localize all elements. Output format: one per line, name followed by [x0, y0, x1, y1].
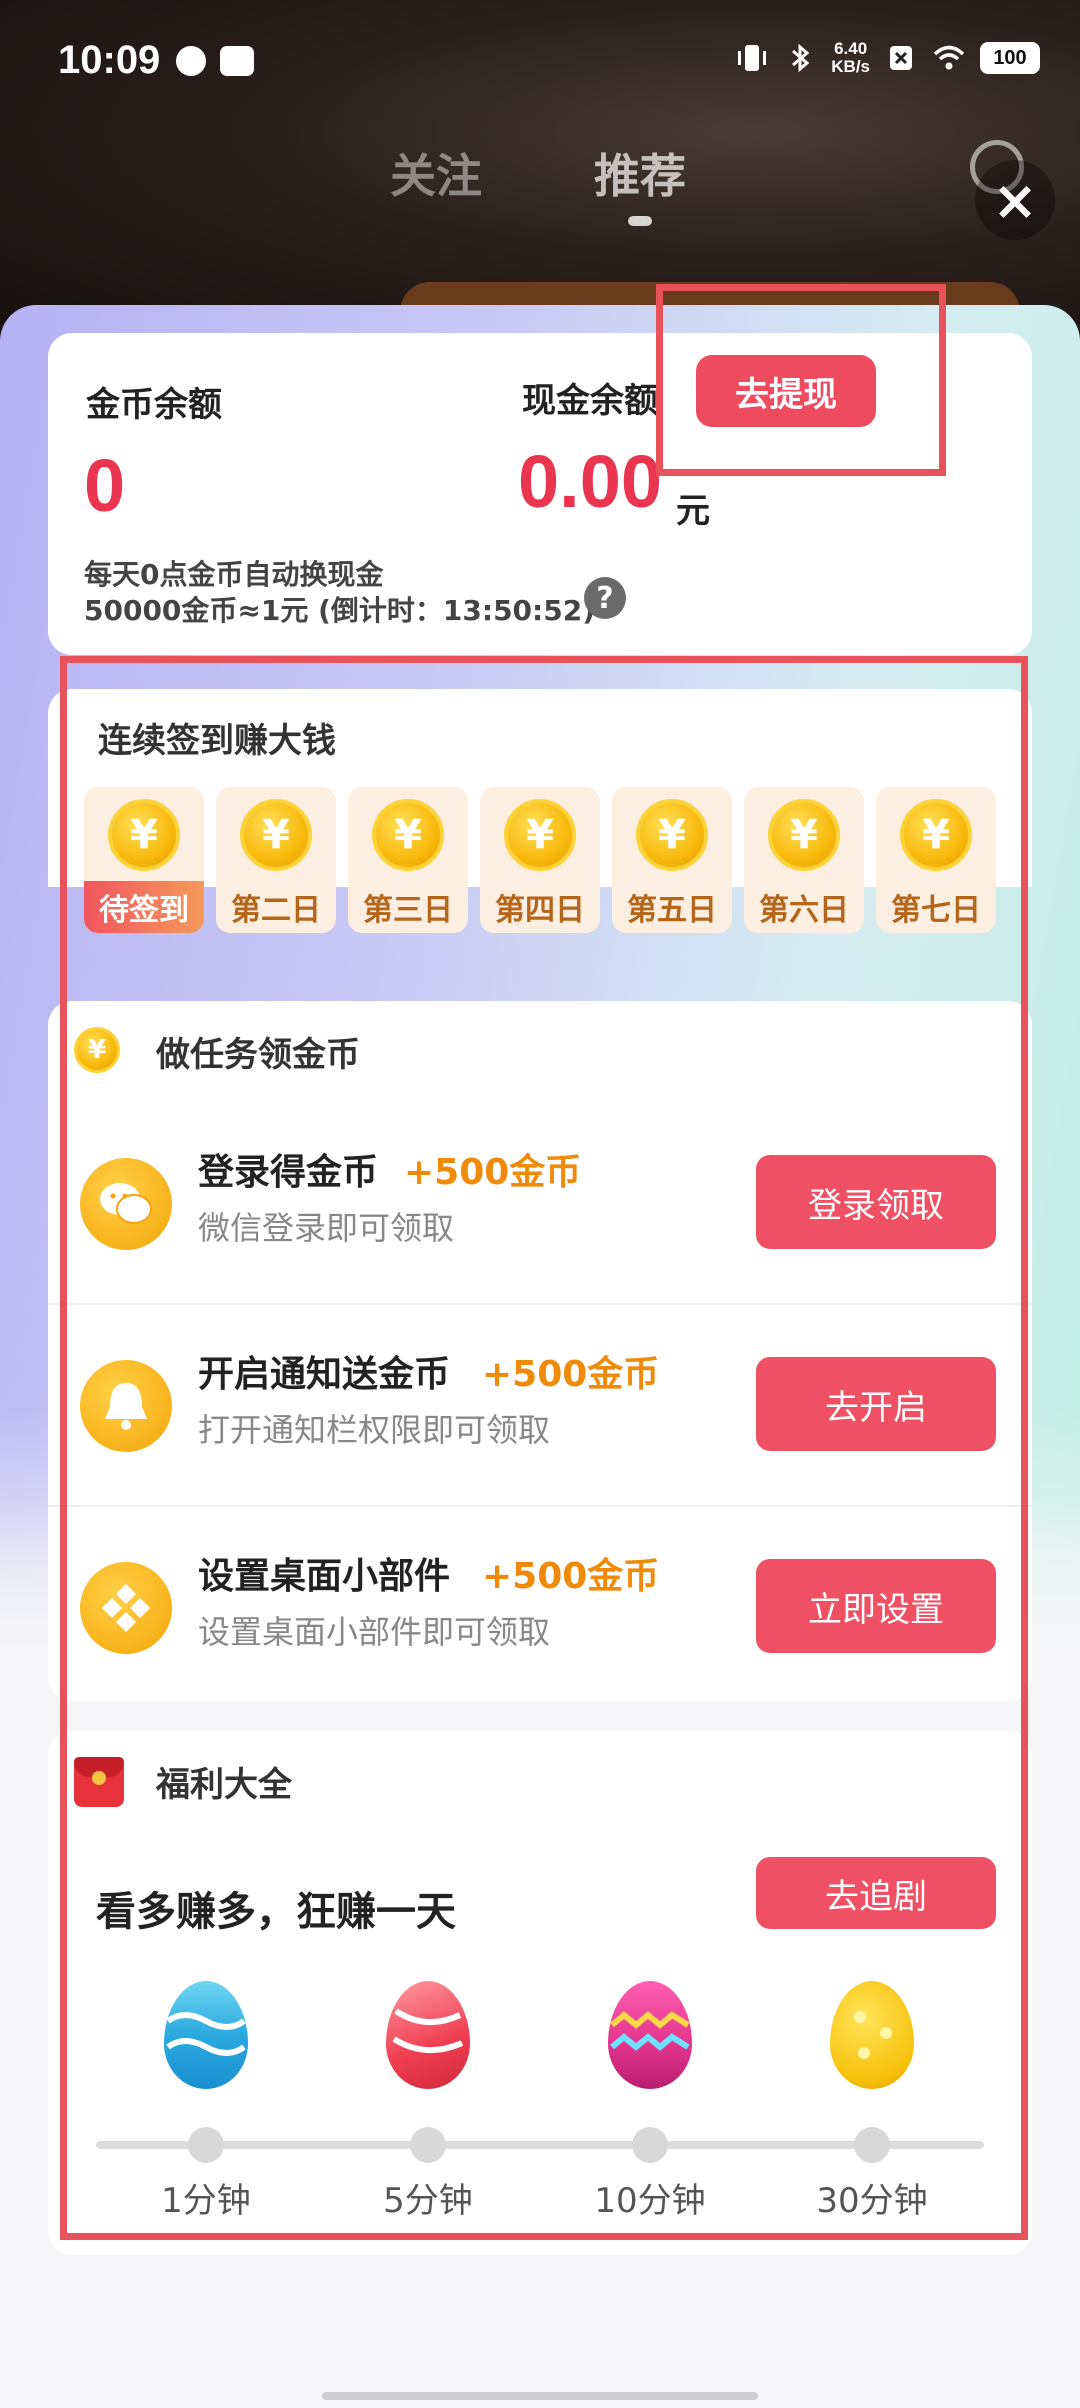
balance-note-line2: 50000金币≈1元 (倒计时：13:50:52): [84, 594, 595, 627]
net-speed-value: 6.40: [834, 39, 868, 58]
help-icon[interactable]: ?: [584, 577, 626, 619]
net-speed: 6.40 KB/s: [831, 40, 870, 76]
wifi-icon: [933, 45, 965, 70]
tab-recommend[interactable]: 推荐: [594, 140, 686, 206]
status-time: 10:09: [58, 38, 161, 82]
tab-indicator: [628, 216, 652, 226]
mail-icon: [220, 46, 254, 76]
status-bar: 10:09 6.40 KB/s 100: [0, 30, 1080, 100]
cash-balance-value: 0.00: [518, 440, 663, 523]
cash-unit: 元: [676, 491, 710, 531]
status-right-group: 6.40 KB/s 100: [735, 40, 1040, 76]
highlight-frame-withdraw: [656, 284, 946, 476]
coin-balance-label: 金币余额: [86, 385, 222, 425]
notification-app-icon: [176, 46, 206, 76]
highlight-frame-tasks: [60, 656, 1028, 2240]
sim-off-icon: [890, 46, 912, 70]
cash-balance-label: 现金余额: [522, 381, 658, 421]
home-indicator[interactable]: [322, 2392, 758, 2400]
balance-note-line1: 每天0点金币自动换现金: [84, 558, 384, 591]
net-speed-unit: KB/s: [831, 57, 870, 76]
battery-indicator: 100: [980, 42, 1040, 74]
vibrate-icon: [738, 45, 767, 71]
tab-follow[interactable]: 关注: [390, 140, 482, 206]
coin-balance-value: 0: [84, 444, 126, 527]
close-icon[interactable]: ×: [975, 160, 1055, 240]
bluetooth-icon: [792, 43, 810, 73]
top-tabs: 关注 推荐: [0, 140, 1080, 220]
